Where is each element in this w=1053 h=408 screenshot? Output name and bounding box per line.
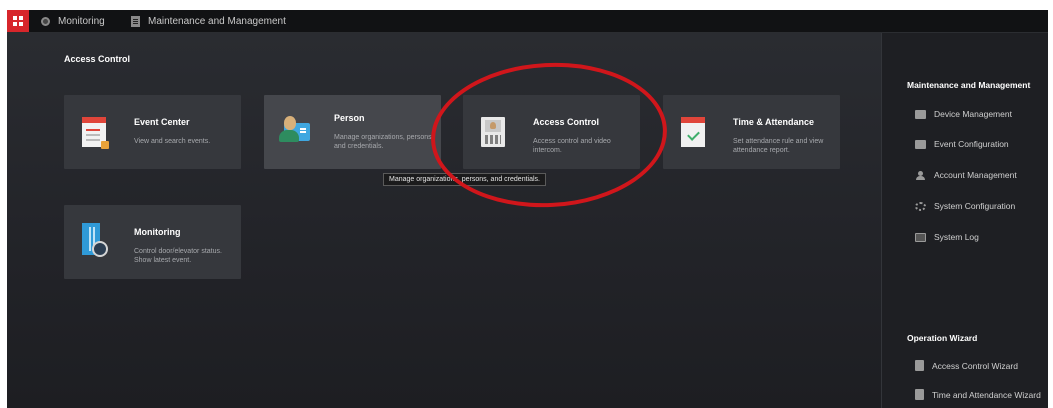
tile-title: Time & Attendance: [733, 117, 815, 127]
tile-title: Event Center: [134, 117, 190, 127]
menu-item-system-log[interactable]: System Log: [915, 232, 979, 242]
maintenance-section-title: Maintenance and Management: [907, 80, 1031, 90]
tab-monitoring-label: Monitoring: [58, 15, 105, 27]
menu-item-label: Event Configuration: [934, 139, 1009, 149]
menu-item-device-management[interactable]: Device Management: [915, 109, 1012, 119]
tile-description: Manage organizations, persons, and crede…: [334, 134, 434, 150]
tile-event-center[interactable]: Event Center View and search events.: [64, 95, 241, 169]
menu-item-event-configuration[interactable]: Event Configuration: [915, 139, 1009, 149]
monitoring-icon: [41, 16, 50, 26]
time-attendance-icon: [681, 117, 705, 147]
main-content: Access Control Event Center View and sea…: [7, 33, 881, 408]
device-icon: [915, 109, 926, 119]
event-config-icon: [915, 139, 926, 149]
menu-item-time-attendance-wizard[interactable]: Time and Attendance Wizard: [915, 389, 1041, 400]
menu-item-label: System Configuration: [934, 201, 1016, 211]
tile-time-attendance[interactable]: Time & Attendance Set attendance rule an…: [663, 95, 840, 169]
tile-description: Set attendance rule and view attendance …: [733, 138, 824, 154]
wizard-section-title: Operation Wizard: [907, 333, 978, 343]
app-window: Monitoring Maintenance and Management Ac…: [7, 10, 1048, 408]
tab-maintenance-and-management[interactable]: Maintenance and Management: [131, 10, 286, 32]
tile-description: Control door/elevator status. Show lates…: [134, 248, 222, 264]
menu-item-label: System Log: [934, 232, 979, 242]
section-title: Access Control: [64, 54, 131, 64]
tile-title: Person: [334, 113, 365, 123]
right-panel: Maintenance and Management Device Manage…: [881, 33, 1048, 408]
user-icon: [915, 170, 926, 180]
menu-item-label: Access Control Wizard: [932, 360, 1018, 371]
top-bar: Monitoring Maintenance and Management: [7, 10, 1048, 33]
wizard-icon: [915, 360, 924, 371]
menu-item-label: Account Management: [934, 170, 1017, 180]
log-icon: [915, 232, 926, 242]
tab-maintenance-label: Maintenance and Management: [148, 15, 286, 27]
tab-monitoring[interactable]: Monitoring: [41, 10, 105, 32]
app-logo-icon[interactable]: [7, 10, 29, 32]
event-center-icon: [82, 117, 109, 149]
menu-item-account-management[interactable]: Account Management: [915, 170, 1017, 180]
maintenance-icon: [131, 15, 140, 27]
menu-item-system-configuration[interactable]: System Configuration: [915, 201, 1015, 211]
tile-monitoring[interactable]: Monitoring Control door/elevator status.…: [64, 205, 241, 279]
monitoring-door-icon: [82, 223, 108, 259]
tile-person[interactable]: Person Manage organizations, persons, an…: [264, 95, 441, 169]
highlight-annotation-circle: [427, 56, 671, 214]
menu-item-label: Device Management: [934, 109, 1012, 119]
menu-item-label: Time and Attendance Wizard: [932, 389, 1041, 400]
person-icon: [276, 115, 310, 145]
menu-item-access-control-wizard[interactable]: Access Control Wizard: [915, 360, 1018, 371]
wizard-icon: [915, 389, 924, 400]
gear-icon: [915, 201, 926, 211]
tile-description: View and search events.: [134, 138, 211, 145]
tile-title: Monitoring: [134, 227, 181, 237]
